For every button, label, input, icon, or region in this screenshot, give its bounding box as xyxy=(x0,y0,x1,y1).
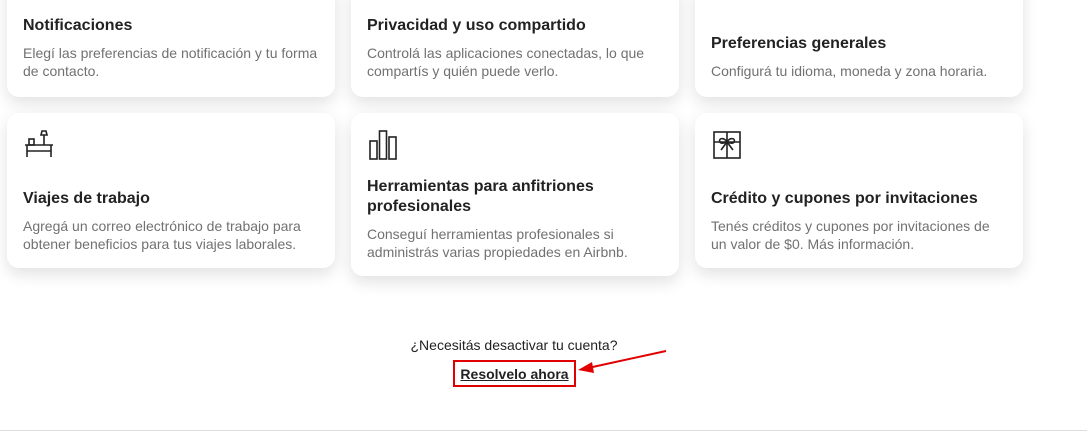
card-description: Tenés créditos y cupones por invitacione… xyxy=(711,218,990,252)
card-professional-hosting-tools[interactable]: Herramientas para anfitriones profesiona… xyxy=(351,113,679,276)
card-general-preferences[interactable]: Preferencias generales Configurá tu idio… xyxy=(695,0,1023,97)
desk-lamp-icon xyxy=(23,129,55,161)
gift-icon xyxy=(711,129,743,161)
card-referral-credit[interactable]: Crédito y cupones por invitaciones Tenés… xyxy=(695,113,1023,268)
card-privacy[interactable]: Privacidad y uso compartido Controlá las… xyxy=(351,0,679,97)
card-title: Crédito y cupones por invitaciones xyxy=(711,190,978,207)
card-work-travel[interactable]: Viajes de trabajo Agregá un correo elect… xyxy=(7,113,335,268)
card-title: Viajes de trabajo xyxy=(23,190,150,207)
card-description: Configurá tu idioma, moneda y zona horar… xyxy=(711,63,988,79)
card-title: Privacidad y uso compartido xyxy=(367,17,586,34)
card-description: Agregá un correo electrónico de trabajo … xyxy=(23,218,301,252)
annotation-arrow-icon xyxy=(578,350,667,373)
card-description: Controlá las aplicaciones conectadas, lo… xyxy=(367,45,645,79)
card-notifications[interactable]: Notificaciones Elegí las preferencias de… xyxy=(7,0,335,97)
resolve-now-link[interactable]: Resolvelo ahora xyxy=(460,366,568,382)
highlight-box: Resolvelo ahora xyxy=(453,360,576,387)
bar-chart-icon xyxy=(367,129,399,161)
card-title: Herramientas para anfitriones profesiona… xyxy=(367,178,594,215)
card-title: Preferencias generales xyxy=(711,35,887,52)
divider xyxy=(0,430,1087,431)
card-description: Elegí las preferencias de notificación y… xyxy=(23,45,318,79)
deactivate-question: ¿Necesitás desactivar tu cuenta? xyxy=(410,337,618,353)
card-description: Conseguí herramientas profesionales si a… xyxy=(367,226,628,260)
card-title: Notificaciones xyxy=(23,17,133,34)
